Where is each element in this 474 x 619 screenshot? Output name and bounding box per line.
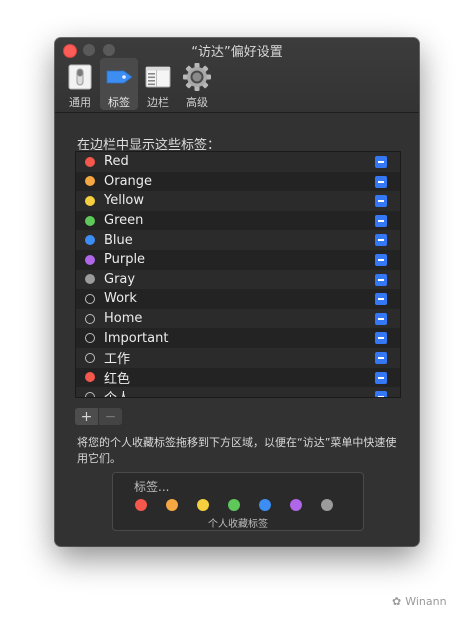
favorite-tag-dot[interactable] [135,499,147,511]
hide-tag-checkbox[interactable] [375,195,387,208]
tag-color-dot [85,293,95,304]
tag-label: Blue [104,232,133,248]
tag-label: Home [104,311,143,327]
tag-row[interactable]: 个人 [76,387,400,397]
tab-general-label: 通用 [69,96,91,109]
watermark: ✿ Winann [392,595,447,608]
tag-color-dot [85,274,95,285]
favorite-tag-dot[interactable] [290,499,302,511]
tag-color-dot [85,235,95,246]
tab-advanced[interactable]: 高级 [178,58,216,110]
hide-tag-checkbox[interactable] [375,351,387,364]
tag-color-dot [85,215,95,226]
hide-tag-checkbox[interactable] [375,273,387,286]
tag-color-dot [85,391,95,397]
tag-icon [104,62,134,92]
wechat-icon: ✿ [392,595,402,608]
tag-list[interactable]: Red Orange Yellow Green Blue Purple Gray Work Ho… [75,151,401,398]
favorite-tag-dot[interactable] [197,499,209,511]
tab-sidebar-label: 边栏 [147,96,169,109]
favorite-tag-dot[interactable] [228,499,240,511]
tag-color-dot [85,176,95,187]
tab-tags-label: 标签 [108,96,130,109]
tag-color-dot [85,254,95,265]
add-tag-button[interactable]: + [75,408,99,425]
tag-color-dot [85,372,95,383]
gear-icon [182,62,212,92]
hide-tag-checkbox[interactable] [375,234,387,247]
tag-color-dot [85,156,95,167]
hide-tag-checkbox[interactable] [375,332,387,345]
tag-row[interactable]: Gray [76,269,400,290]
add-remove-control: + − [75,408,122,425]
favorite-tag-dot[interactable] [321,499,333,511]
hide-tag-checkbox[interactable] [375,214,387,227]
tag-label: Important [104,330,169,346]
hide-tag-checkbox[interactable] [375,175,387,188]
favorite-tag-dot[interactable] [259,499,271,511]
tag-row[interactable]: Blue [76,230,400,250]
tab-tags[interactable]: 标签 [100,58,138,110]
tag-row[interactable]: Orange [76,171,400,192]
tag-label: 工作 [104,352,131,368]
tag-label: Orange [104,173,153,189]
watermark-text: Winann [405,595,447,608]
tag-row[interactable]: Purple [76,249,400,270]
tag-color-dot [85,195,95,206]
tab-general[interactable]: 通用 [61,58,99,110]
favorite-tags-drop-area[interactable]: 标签... 个人收藏标签 [112,472,364,531]
favorite-tags-dots [135,499,352,511]
tag-label: 个人 [104,387,130,397]
tag-color-dot [85,313,95,324]
sidebar-icon [143,62,173,92]
tag-color-dot [85,352,95,363]
hide-tag-checkbox[interactable] [375,253,387,266]
tag-row[interactable]: Work [76,289,400,309]
favorites-description: 将您的个人收藏标签拖移到下方区域，以便在“访达”菜单中快速使用它们。 [77,436,397,465]
hide-tag-checkbox[interactable] [375,293,387,306]
favorite-tags-caption: 个人收藏标签 [208,519,268,530]
tag-label: Work [104,291,137,307]
tag-label: Green [104,213,144,229]
tag-row[interactable]: Important [76,328,400,348]
titlebar: “访达”偏好设置 通用 标签 边栏 高级 [55,38,419,113]
favorite-tags-placeholder: 标签... [134,480,170,494]
hide-tag-checkbox[interactable] [375,371,387,384]
tag-color-dot [85,333,95,344]
tag-row[interactable]: Red [76,152,400,172]
hide-tag-checkbox[interactable] [375,312,387,325]
tag-label: Red [104,154,129,170]
tag-row[interactable]: Green [76,210,400,231]
general-switch-icon [65,62,95,92]
tab-advanced-label: 高级 [186,96,208,109]
tag-label: 红色 [104,371,131,387]
hide-tag-checkbox[interactable] [375,156,387,168]
tag-label: Yellow [104,193,145,209]
finder-preferences-window: “访达”偏好设置 通用 标签 边栏 高级 在边栏中显示这些标签： Red Ora… [55,38,419,546]
hide-tag-checkbox[interactable] [375,391,387,397]
preferences-toolbar: 通用 标签 边栏 高级 [61,58,217,112]
tag-label: Gray [104,271,136,287]
tag-row[interactable]: Yellow [76,191,400,211]
tab-sidebar[interactable]: 边栏 [139,58,177,110]
tag-row[interactable]: Home [76,308,400,329]
tag-row[interactable]: 红色 [76,367,400,388]
tag-row[interactable]: 工作 [76,347,400,368]
tag-label: Purple [104,252,146,268]
remove-tag-button[interactable]: − [99,408,122,425]
favorite-tag-dot[interactable] [166,499,178,511]
